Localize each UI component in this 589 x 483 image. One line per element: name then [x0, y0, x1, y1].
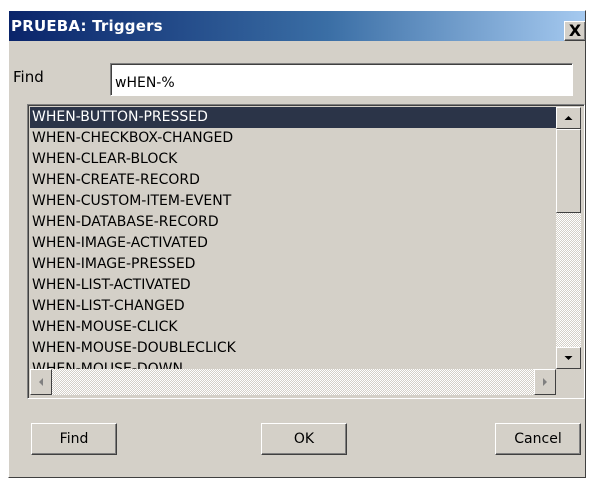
triggers-dialog: PRUEBA: Triggers X Find WHEN-BUTTON-PRES… [8, 10, 586, 478]
scroll-up-button[interactable] [556, 107, 581, 129]
trigger-list: WHEN-BUTTON-PRESSED WHEN-CHECKBOX-CHANGED… [27, 104, 585, 399]
horizontal-scrollbar[interactable] [30, 369, 556, 395]
window-title: PRUEBA: Triggers [11, 17, 163, 35]
list-item[interactable]: WHEN-IMAGE-ACTIVATED [30, 233, 556, 254]
find-label: Find [13, 68, 44, 86]
ok-button[interactable]: OK [261, 423, 347, 455]
vertical-scroll-thumb[interactable] [556, 129, 581, 213]
scroll-down-arrow-icon [564, 356, 573, 360]
list-item[interactable]: WHEN-LIST-CHANGED [30, 296, 556, 317]
scroll-left-button[interactable] [30, 369, 52, 395]
cancel-button[interactable]: Cancel [495, 423, 581, 455]
trigger-list-items[interactable]: WHEN-BUTTON-PRESSED WHEN-CHECKBOX-CHANGED… [30, 107, 556, 369]
title-bar[interactable]: PRUEBA: Triggers X [9, 11, 585, 41]
scroll-left-arrow-icon [39, 378, 43, 386]
list-item[interactable]: WHEN-CHECKBOX-CHANGED [30, 128, 556, 149]
list-item[interactable]: WHEN-MOUSE-DOUBLECLICK [30, 338, 556, 359]
list-item[interactable]: WHEN-LIST-ACTIVATED [30, 275, 556, 296]
list-item[interactable]: WHEN-MOUSE-DOWN [30, 359, 556, 369]
list-item[interactable]: WHEN-CUSTOM-ITEM-EVENT [30, 191, 556, 212]
scroll-down-button[interactable] [556, 347, 581, 369]
close-button[interactable]: X [564, 21, 585, 41]
find-input[interactable] [110, 63, 573, 96]
scroll-up-arrow-icon [564, 116, 573, 120]
list-item[interactable]: WHEN-BUTTON-PRESSED [30, 107, 556, 128]
list-item[interactable]: WHEN-CLEAR-BLOCK [30, 149, 556, 170]
list-item[interactable]: WHEN-CREATE-RECORD [30, 170, 556, 191]
find-button[interactable]: Find [31, 423, 117, 455]
list-item[interactable]: WHEN-DATABASE-RECORD [30, 212, 556, 233]
scroll-right-arrow-icon [543, 378, 547, 386]
list-item[interactable]: WHEN-MOUSE-CLICK [30, 317, 556, 338]
scrollbar-corner [556, 369, 581, 395]
vertical-scrollbar[interactable] [556, 107, 581, 369]
close-icon: X [568, 21, 582, 40]
scroll-right-button[interactable] [534, 369, 556, 395]
list-item[interactable]: WHEN-IMAGE-PRESSED [30, 254, 556, 275]
